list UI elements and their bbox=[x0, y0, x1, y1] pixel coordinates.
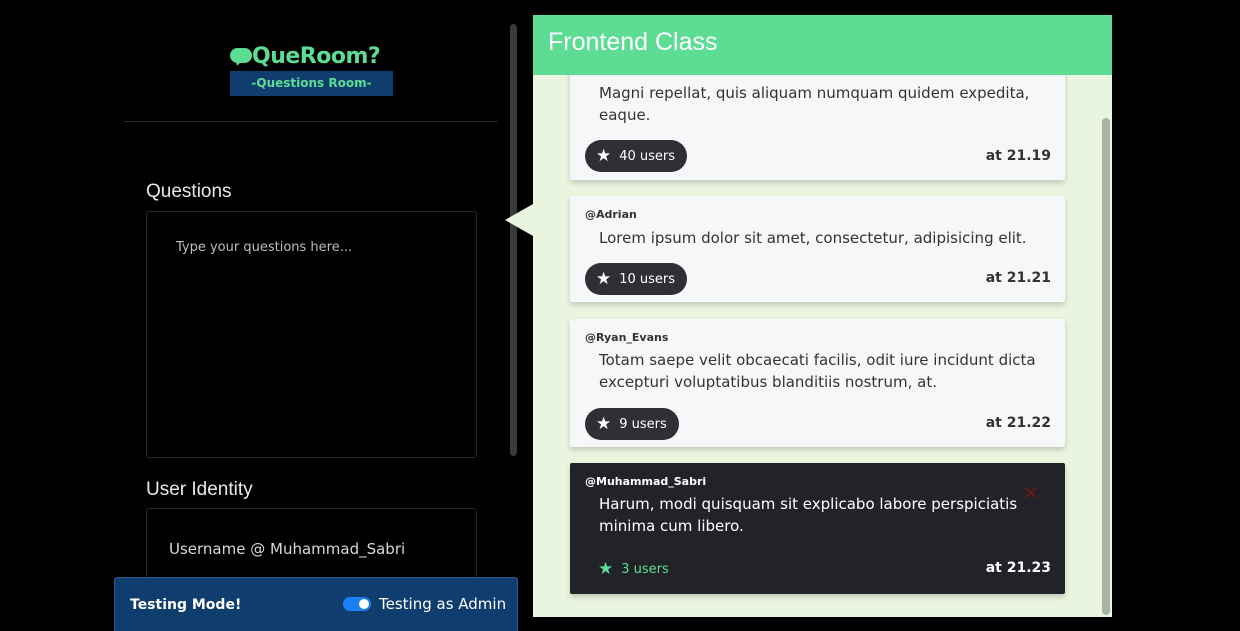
question-placeholder: Type your questions here... bbox=[176, 240, 353, 255]
question-author: @Ryan_Evans bbox=[585, 331, 669, 344]
app-subtitle: -Questions Room- bbox=[230, 71, 393, 96]
upvote-count: 9 users bbox=[619, 416, 667, 432]
question-author: @Adrian bbox=[585, 208, 637, 221]
panel-scrollbar[interactable] bbox=[1102, 118, 1110, 615]
testing-mode-title: Testing Mode! bbox=[130, 597, 242, 613]
question-time: at 21.22 bbox=[985, 415, 1051, 431]
question-time: at 21.21 bbox=[985, 270, 1051, 286]
header-divider bbox=[124, 121, 498, 122]
question-author: @Muhammad_Sabri bbox=[585, 475, 707, 488]
question-text: Harum, modi quisquam sit explicabo labor… bbox=[599, 495, 1018, 535]
testing-mode-bar: Testing Mode! Testing as Admin bbox=[114, 577, 518, 631]
chat-bubble-icon bbox=[230, 48, 252, 68]
star-icon: ★ bbox=[596, 413, 612, 434]
question-text: Lorem ipsum dolor sit amet, consectetur,… bbox=[599, 229, 1027, 247]
panel-pointer bbox=[505, 204, 533, 236]
panel-title: Frontend Class bbox=[548, 28, 718, 56]
question-time: at 21.23 bbox=[985, 560, 1051, 576]
question-text: Magni repellat, quis aliquam numquam qui… bbox=[599, 84, 1030, 124]
upvote-count: 10 users bbox=[619, 271, 676, 287]
admin-toggle[interactable] bbox=[343, 597, 371, 611]
close-icon[interactable]: ✕ bbox=[1022, 481, 1039, 505]
user-identity-label: User Identity bbox=[146, 479, 253, 500]
question-card-own: @Muhammad_Sabri Harum, modi quisquam sit… bbox=[570, 463, 1065, 594]
upvote-button[interactable]: ★ 9 users bbox=[585, 408, 679, 440]
question-card: Magni repellat, quis aliquam numquam qui… bbox=[570, 60, 1065, 180]
star-icon: ★ bbox=[596, 145, 612, 166]
panel-header: Frontend Class bbox=[533, 15, 1112, 75]
question-time: at 21.19 bbox=[985, 148, 1051, 164]
app-logo: QueRoom? -Questions Room- bbox=[230, 44, 395, 96]
upvote-count: 3 users bbox=[621, 561, 669, 577]
question-card: @Adrian Lorem ipsum dolor sit amet, cons… bbox=[570, 196, 1065, 302]
questions-panel: Frontend Class Magni repellat, quis aliq… bbox=[533, 15, 1112, 617]
app-title: QueRoom? bbox=[252, 44, 381, 69]
upvote-button[interactable]: ★ 10 users bbox=[585, 263, 688, 295]
question-card: @Ryan_Evans Totam saepe velit obcaecati … bbox=[570, 319, 1065, 447]
star-icon: ★ bbox=[596, 268, 612, 289]
questions-label: Questions bbox=[146, 181, 232, 202]
upvote-button[interactable]: ★ 40 users bbox=[585, 140, 688, 172]
user-identity-value: Username @ Muhammad_Sabri bbox=[169, 540, 406, 558]
upvote-button[interactable]: ★ 3 users bbox=[585, 553, 681, 585]
question-text: Totam saepe velit obcaecati facilis, odi… bbox=[599, 351, 1036, 391]
question-textarea[interactable]: Type your questions here... bbox=[146, 211, 477, 458]
upvote-count: 40 users bbox=[619, 148, 676, 164]
star-icon: ★ bbox=[598, 558, 614, 579]
admin-toggle-label: Testing as Admin bbox=[379, 595, 507, 613]
left-scrollbar[interactable] bbox=[510, 24, 517, 456]
